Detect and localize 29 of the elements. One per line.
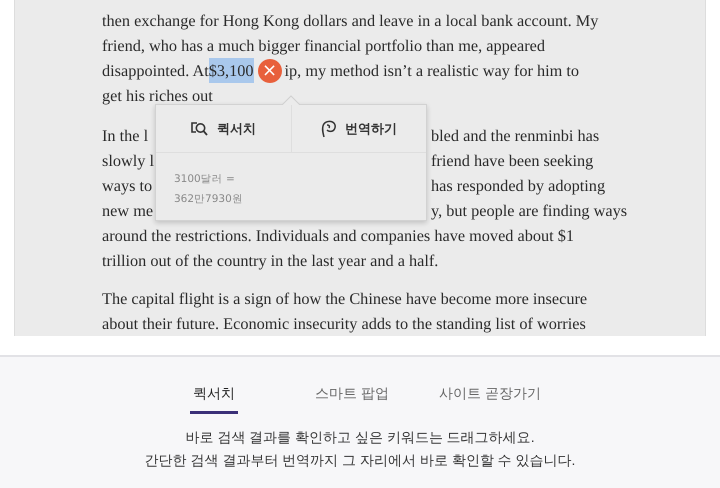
article-text: ip, my method isn’t a realistic way for him to <box>284 60 580 82</box>
result-text: 362만7930원 <box>174 192 244 207</box>
description-text: 바로 검색 결과를 확인하고 싶은 키워드는 드래그하세요. <box>184 428 536 447</box>
article-text: slowly l <box>102 150 154 172</box>
popup-action[interactable]: 퀵서치 <box>156 105 290 152</box>
article-text: about their future. Economic insecurity adds to the standing list of worries <box>102 313 586 335</box>
article-text: then exchange for Hong Kong dollars and leave in a local bank account. My <box>102 10 598 32</box>
search-icon <box>190 120 209 136</box>
article-text: The capital flight is a sign of how the Chinese have become more insecure <box>102 288 588 310</box>
article-text: y, but people are finding ways <box>431 200 628 222</box>
description-text: 간단한 검색 결과부터 번역까지 그 자리에서 바로 확인할 수 있습니다. <box>144 451 576 470</box>
result-text: 3100달러 = <box>174 172 236 187</box>
tab[interactable]: 스마트 팝업 <box>312 381 392 414</box>
article-text: trillion out of the country in the last year and a half. <box>102 250 438 272</box>
tab[interactable]: 퀵서치 <box>190 381 238 414</box>
article-text: has responded by adopting <box>431 175 606 197</box>
speech-bubble-icon <box>320 120 337 138</box>
article-text: disappointed. At <box>102 60 209 82</box>
tab[interactable]: 사이트 곧장가기 <box>436 381 544 414</box>
article-text: In the l <box>102 125 148 147</box>
article-text: ways to <box>102 175 152 197</box>
article-text: new me <box>102 200 154 222</box>
selected-text: $3,100 <box>208 58 254 83</box>
article-text: get his riches out <box>102 85 213 107</box>
popup-action[interactable]: 번역하기 <box>290 105 426 152</box>
article-text: friend have been seeking <box>431 150 594 172</box>
article-text: around the restrictions. Individuals and companies have moved about $1 <box>102 225 574 247</box>
article-text: friend, who has a much bigger financial portfolio than me, appeared <box>102 35 546 57</box>
article-text: bled and the renminbi has <box>431 125 600 147</box>
